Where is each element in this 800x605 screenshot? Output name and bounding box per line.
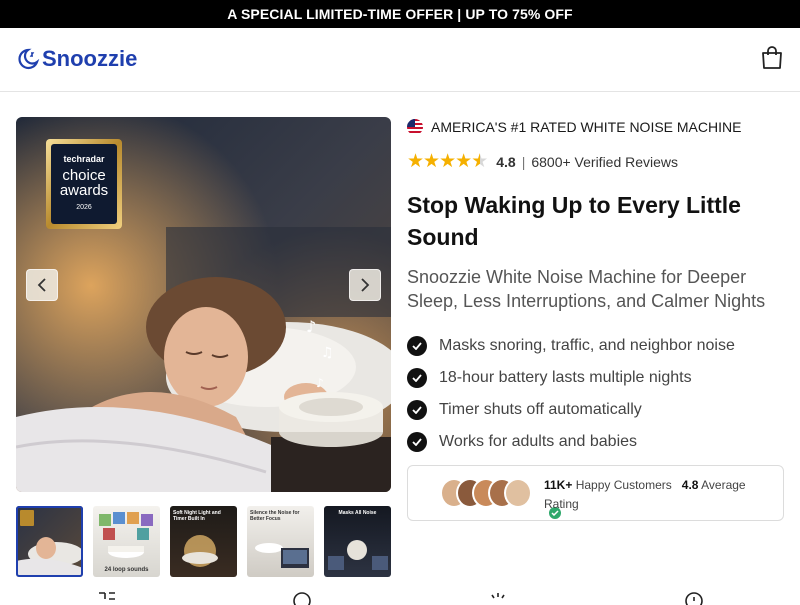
svg-text:♪: ♪: [316, 376, 324, 390]
site-header: Snoozzie: [0, 28, 800, 92]
thumbnail-4-caption: Silence the Noise for Better Focus: [250, 510, 300, 522]
award-line2: awards: [59, 182, 109, 199]
check-icon: [407, 368, 427, 388]
star-rating: ★ ★ ★ ★ ★: [407, 151, 488, 172]
cart-icon[interactable]: [761, 46, 783, 70]
thumbnail-5[interactable]: Masks All Noise: [324, 506, 391, 577]
customer-count: 11K+: [544, 478, 573, 492]
benefit-list: Masks snoring, traffic, and neighbor noi…: [407, 330, 735, 458]
logo-text: Snoozzie: [42, 46, 138, 71]
benefit-text: 18-hour battery lasts multiple nights: [439, 369, 692, 386]
half-star-icon: ★: [471, 151, 488, 172]
check-icon: [407, 336, 427, 356]
thumbnail-4[interactable]: Silence the Noise for Better Focus: [247, 506, 314, 577]
us-flag-icon: [407, 119, 423, 135]
moon-logo-icon: [18, 48, 40, 70]
benefit-item: Works for adults and babies: [407, 426, 735, 458]
benefit-item: Masks snoring, traffic, and neighbor noi…: [407, 330, 735, 362]
review-count: 6800+ Verified Reviews: [531, 154, 679, 170]
customer-label: Happy Customers: [575, 478, 672, 492]
gallery-prev-button[interactable]: [26, 269, 58, 301]
feature-icon-2: [293, 592, 311, 605]
thumbnail-1[interactable]: [16, 506, 83, 577]
tagline-text: AMERICA'S #1 RATED WHITE NOISE MACHINE: [431, 119, 742, 135]
chevron-left-icon: [37, 278, 46, 292]
star-icon: ★: [423, 151, 440, 172]
check-icon: [407, 432, 427, 452]
feature-icon-3: [491, 593, 505, 599]
award-line1: choice: [62, 167, 106, 184]
tagline-row: AMERICA'S #1 RATED WHITE NOISE MACHINE: [407, 117, 784, 137]
thumbnail-2[interactable]: 24 loop sounds: [93, 506, 160, 577]
rating-row[interactable]: ★ ★ ★ ★ ★ 4.8 | 6800+ Verified Reviews: [407, 152, 678, 172]
star-icon: ★: [407, 151, 424, 172]
svg-text:♪: ♪: [306, 317, 316, 336]
product-subtitle: Snoozzie White Noise Machine for Deeper …: [407, 267, 766, 311]
logo[interactable]: Snoozzie: [16, 46, 137, 72]
svg-text:♫: ♫: [321, 345, 334, 361]
chevron-right-icon: [361, 278, 370, 292]
check-icon: [407, 400, 427, 420]
benefit-text: Works for adults and babies: [439, 433, 638, 450]
thumbnail-2-caption: 24 loop sounds: [104, 567, 149, 573]
star-icon: ★: [439, 151, 456, 172]
thumbnail-5-caption: Masks All Noise: [338, 510, 377, 516]
feature-icon-1: [99, 592, 115, 600]
thumbnail-3[interactable]: Soft Night Light and Timer Built In: [170, 506, 237, 577]
feature-icon-4: [685, 592, 703, 605]
feature-icon-row: [0, 591, 800, 605]
product-image-gallery[interactable]: ♪ ♫ ♪ techradar choice awards 2026: [16, 117, 391, 492]
rating-value: 4.8: [496, 154, 516, 170]
benefit-text: Masks snoring, traffic, and neighbor noi…: [439, 337, 735, 354]
thumbnail-3-caption: Soft Night Light and Timer Built In: [173, 510, 221, 522]
star-icon: ★: [455, 151, 472, 172]
benefit-item: 18-hour battery lasts multiple nights: [407, 362, 735, 394]
customer-avatars: [440, 478, 562, 520]
rating-separator: |: [521, 154, 526, 170]
product-title: Stop Waking Up to Every Little Sound: [407, 192, 741, 250]
average-rating: 4.8: [681, 478, 699, 492]
award-brand: techradar: [63, 154, 105, 164]
award-year: 2026: [76, 204, 92, 211]
benefit-item: Timer shuts off automatically: [407, 394, 735, 426]
avatar: [504, 478, 532, 508]
thumbnail-strip: 24 loop sounds Soft Night Light and Time…: [16, 506, 391, 577]
announcement-bar: A SPECIAL LIMITED-TIME OFFER | UP TO 75%…: [0, 0, 800, 28]
social-proof-card: 11K+ Happy Customers 4.8 Average Rating: [407, 465, 784, 521]
product-info: AMERICA'S #1 RATED WHITE NOISE MACHINE ★…: [407, 117, 784, 521]
award-badge: techradar choice awards 2026: [51, 144, 117, 224]
benefit-text: Timer shuts off automatically: [439, 401, 642, 418]
social-proof-text: 11K+ Happy Customers 4.8 Average Rating: [544, 476, 774, 514]
gallery-next-button[interactable]: [349, 269, 381, 301]
